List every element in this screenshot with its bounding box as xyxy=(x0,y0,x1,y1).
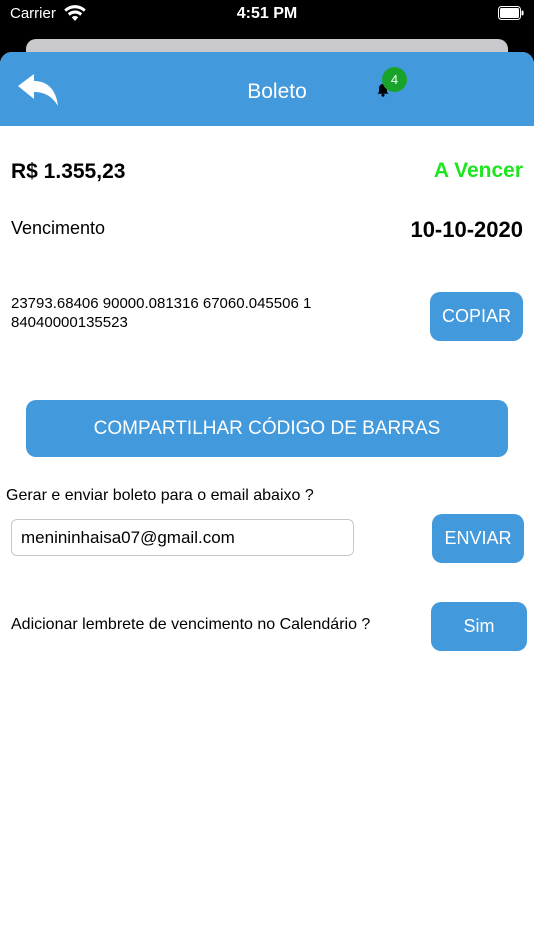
clock: 4:51 PM xyxy=(236,5,298,22)
notification-badge[interactable]: 4 xyxy=(382,67,407,92)
status-badge: A Vencer xyxy=(433,159,523,182)
add-calendar-reminder-button[interactable]: Sim xyxy=(431,602,527,651)
email-input[interactable] xyxy=(11,519,354,556)
app-screen: Carrier 4:51 PM Boleto 4 R$ 1.355,23 A V… xyxy=(0,0,534,950)
email-prompt-label: Gerar e enviar boleto para o email abaix… xyxy=(6,487,314,504)
navigation-bar: Boleto 4 xyxy=(0,52,534,126)
share-barcode-button[interactable]: COMPARTILHAR CÓDIGO DE BARRAS xyxy=(26,400,508,457)
amount-value: R$ 1.355,23 xyxy=(11,160,126,183)
status-bar: Carrier 4:51 PM xyxy=(0,0,534,30)
boleto-sheet: Boleto 4 R$ 1.355,23 A Vencer Vencimento… xyxy=(0,52,534,950)
due-date-label: Vencimento xyxy=(11,218,106,238)
battery-icon xyxy=(498,6,524,20)
calendar-prompt-label: Adicionar lembrete de vencimento no Cale… xyxy=(11,616,371,633)
barcode-number: 23793.68406 90000.081316 67060.045506 1 … xyxy=(11,295,312,331)
page-title: Boleto xyxy=(247,80,307,103)
send-email-button[interactable]: ENVIAR xyxy=(432,514,524,563)
due-date-value: 10-10-2020 xyxy=(410,217,523,242)
copy-button[interactable]: COPIAR xyxy=(430,292,523,341)
